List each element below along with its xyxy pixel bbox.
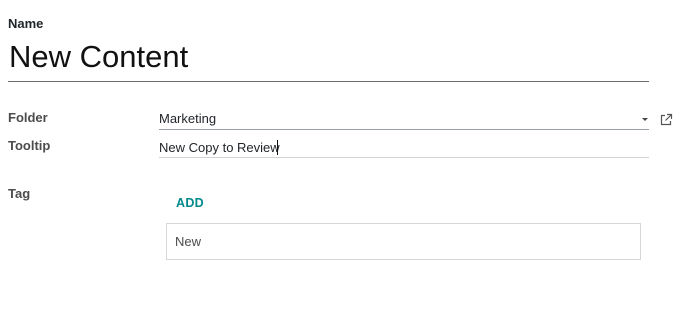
tag-label: Tag bbox=[8, 186, 31, 201]
tag-row[interactable]: New bbox=[166, 223, 641, 260]
form-container: Name New Content Folder Marketing Toolti… bbox=[0, 0, 700, 316]
name-label: Name bbox=[8, 16, 44, 31]
add-tag-button[interactable]: ADD bbox=[176, 196, 204, 210]
tooltip-input[interactable] bbox=[159, 138, 649, 158]
external-link-icon[interactable] bbox=[659, 113, 673, 127]
name-field[interactable]: New Content bbox=[8, 36, 649, 82]
chevron-down-icon[interactable] bbox=[642, 118, 648, 121]
folder-select[interactable]: Marketing bbox=[159, 110, 649, 130]
folder-selected-value: Marketing bbox=[159, 111, 217, 126]
text-cursor bbox=[277, 140, 278, 155]
folder-label: Folder bbox=[8, 110, 48, 125]
tooltip-label: Tooltip bbox=[8, 138, 51, 153]
